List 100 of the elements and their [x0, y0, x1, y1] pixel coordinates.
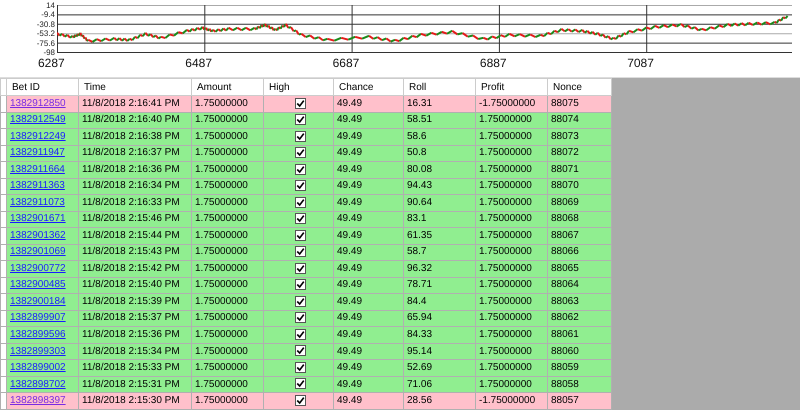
table-cell: 49.49 — [334, 96, 404, 112]
table-cell: 49.49 — [334, 228, 404, 244]
table-cell: 11/8/2018 2:15:43 PM — [78, 244, 192, 261]
table-cell: 11/8/2018 2:15:30 PM — [78, 392, 192, 410]
table-cell: 11/8/2018 2:16:33 PM — [78, 194, 192, 212]
checkbox[interactable] — [294, 312, 306, 324]
table-cell: 11/8/2018 2:16:41 PM — [78, 96, 192, 112]
table-cell: 88062 — [548, 310, 612, 327]
column-header[interactable]: Amount — [192, 78, 264, 96]
column-header[interactable]: Nonce — [548, 78, 612, 96]
table-cell: 1.75000000 — [476, 244, 548, 261]
table-cell: 88064 — [548, 277, 612, 294]
table-cell: 88060 — [548, 343, 612, 360]
table-cell: 90.64 — [404, 194, 476, 212]
table-cell: 88068 — [548, 211, 612, 228]
table-cell: 49.49 — [334, 326, 404, 344]
table-cell: 84.4 — [404, 294, 476, 310]
column-header[interactable]: Bet ID — [6, 78, 78, 96]
table-cell: -1.75000000 — [476, 96, 548, 112]
checkbox[interactable] — [294, 262, 306, 274]
table-cell: 1.75000000 — [476, 260, 548, 278]
table-cell: 50.8 — [404, 145, 476, 162]
checkbox[interactable] — [294, 114, 306, 126]
column-header[interactable]: High — [264, 78, 334, 96]
table-cell: 11/8/2018 2:15:46 PM — [78, 211, 192, 228]
table-cell: 52.69 — [404, 360, 476, 376]
table-cell: 65.94 — [404, 310, 476, 327]
table-cell: 49.49 — [334, 178, 404, 195]
x-axis-label: 7087 — [627, 55, 655, 70]
checkbox[interactable] — [294, 180, 306, 192]
checkbox[interactable] — [294, 213, 306, 224]
table-cell: 1.75000000 — [192, 228, 264, 244]
table-cell: 11/8/2018 2:15:31 PM — [78, 376, 192, 393]
y-axis-label: 14 — [46, 1, 55, 10]
table-cell: 80.08 — [404, 162, 476, 178]
checkbox[interactable] — [294, 395, 306, 406]
table-cell: 1.75000000 — [476, 360, 548, 376]
checkbox[interactable] — [294, 98, 306, 109]
checkbox[interactable] — [294, 362, 306, 373]
table-cell: 61.35 — [404, 228, 476, 244]
table-cell: 58.7 — [404, 244, 476, 261]
table-cell: 88074 — [548, 112, 612, 129]
checkbox[interactable] — [294, 196, 306, 208]
checkbox[interactable] — [294, 328, 306, 340]
table-cell: 49.49 — [334, 112, 404, 129]
table-cell: 11/8/2018 2:16:34 PM — [78, 178, 192, 195]
table-cell: 83.1 — [404, 211, 476, 228]
table-cell: 88063 — [548, 294, 612, 310]
table-cell: 1.75000000 — [476, 211, 548, 228]
table-cell: 1.75000000 — [192, 310, 264, 327]
x-axis-label: 6687 — [332, 55, 360, 70]
table-cell: 1.75000000 — [192, 277, 264, 294]
table-cell: 1.75000000 — [476, 178, 548, 195]
table-cell: 1.75000000 — [192, 211, 264, 228]
table-cell: 49.49 — [334, 128, 404, 146]
column-header[interactable]: Time — [78, 78, 192, 96]
checkbox[interactable] — [294, 378, 306, 390]
y-axis-label: -53.2 — [36, 29, 55, 39]
table-cell: 11/8/2018 2:15:39 PM — [78, 294, 192, 310]
table-cell: 1.75000000 — [192, 162, 264, 178]
table-cell: 1.75000000 — [192, 96, 264, 112]
table-cell: 49.49 — [334, 162, 404, 178]
y-axis-label: -9.4 — [41, 10, 55, 20]
checkbox[interactable] — [294, 130, 306, 142]
table-cell: 71.06 — [404, 376, 476, 393]
table-cell: 88073 — [548, 128, 612, 146]
column-header[interactable]: Profit — [476, 78, 548, 96]
table-cell: 88075 — [548, 96, 612, 112]
checkbox[interactable] — [294, 279, 306, 290]
checkbox[interactable] — [294, 164, 306, 175]
table-cell: 11/8/2018 2:15:42 PM — [78, 260, 192, 278]
checkbox[interactable] — [294, 230, 306, 241]
table-cell: 1.75000000 — [192, 194, 264, 212]
table-cell: 49.49 — [334, 194, 404, 212]
table-cell: 11/8/2018 2:15:34 PM — [78, 343, 192, 360]
table-cell: 49.49 — [334, 376, 404, 393]
column-header[interactable]: Roll — [404, 78, 476, 96]
table-cell: 1.75000000 — [476, 128, 548, 146]
table-cell: 88057 — [548, 392, 612, 410]
table-cell: 11/8/2018 2:15:44 PM — [78, 228, 192, 244]
checkbox[interactable] — [294, 246, 306, 258]
table-cell: 49.49 — [334, 392, 404, 410]
column-header[interactable]: Chance — [334, 78, 404, 96]
table-cell: 1.75000000 — [192, 294, 264, 310]
checkbox[interactable] — [294, 296, 306, 307]
table-cell: 49.49 — [334, 360, 404, 376]
table-cell: 1.75000000 — [192, 376, 264, 393]
table-cell: 88072 — [548, 145, 612, 162]
table-cell: 58.51 — [404, 112, 476, 129]
table-cell: 11/8/2018 2:16:37 PM — [78, 145, 192, 162]
table-cell: 16.31 — [404, 96, 476, 112]
table-cell: 88059 — [548, 360, 612, 376]
checkbox[interactable] — [294, 147, 306, 158]
checkbox[interactable] — [294, 345, 306, 356]
table-cell: 78.71 — [404, 277, 476, 294]
table-cell: -1.75000000 — [476, 392, 548, 410]
table-cell: 1.75000000 — [192, 392, 264, 410]
x-axis-label: 6887 — [480, 55, 508, 70]
table-cell: 1.75000000 — [476, 277, 548, 294]
table-cell: 1.75000000 — [476, 376, 548, 393]
